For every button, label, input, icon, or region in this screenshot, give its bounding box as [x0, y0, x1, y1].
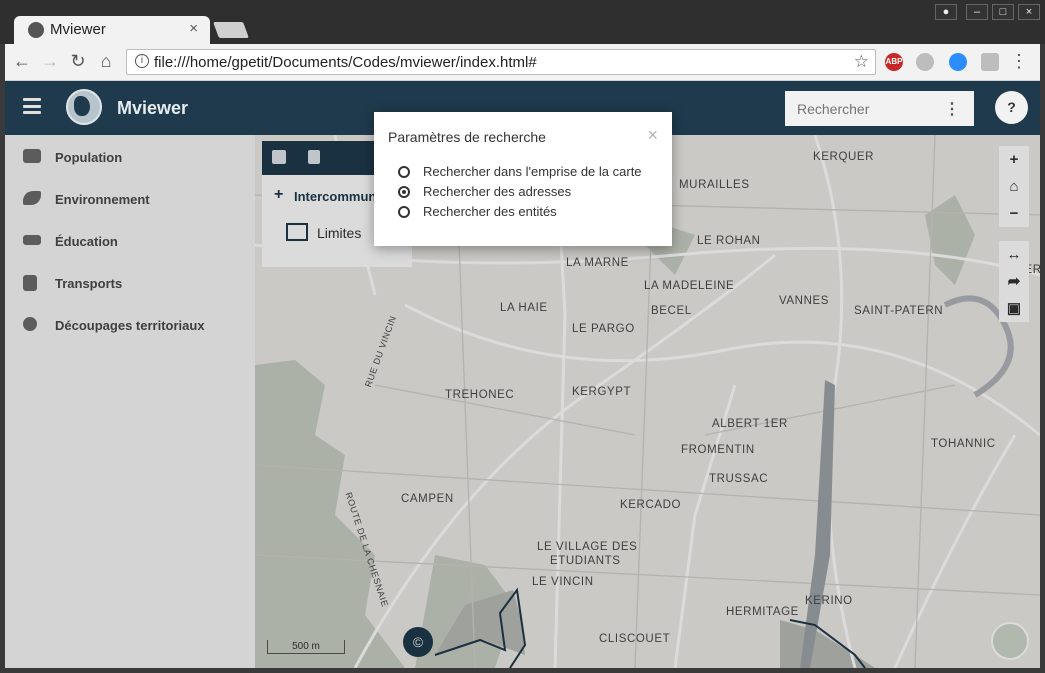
option-label[interactable]: Rechercher des adresses: [423, 184, 571, 199]
adblock-extension-icon[interactable]: ABP: [885, 53, 903, 71]
search-box[interactable]: ⋮: [785, 91, 974, 126]
search-options-icon[interactable]: ⋮: [944, 99, 960, 119]
radio-addresses[interactable]: [398, 186, 410, 198]
bookmark-star-icon[interactable]: ☆: [854, 52, 869, 72]
feather-extension-icon[interactable]: [916, 53, 934, 71]
option-label[interactable]: Rechercher des entités: [423, 204, 557, 219]
search-settings-modal: Paramètres de recherche × Rechercher dan…: [374, 112, 672, 246]
browser-menu-icon[interactable]: ⋮: [1010, 51, 1028, 72]
new-tab-button[interactable]: [213, 22, 249, 38]
search-input[interactable]: [785, 91, 945, 126]
globe-logo: [66, 89, 102, 125]
home-icon[interactable]: ⌂: [95, 51, 117, 72]
user-profile-icon[interactable]: ●: [935, 4, 957, 20]
tab-title: Mviewer: [50, 21, 106, 38]
option-map-extent[interactable]: Rechercher dans l'emprise de la carte: [398, 164, 668, 182]
tab-bar: Mviewer × ● – □ ×: [0, 0, 1045, 44]
url-text[interactable]: file:///home/gpetit/Documents/Codes/mvie…: [154, 54, 537, 71]
globe-favicon-icon: [28, 22, 44, 38]
video-extension-icon[interactable]: [949, 53, 967, 71]
option-label[interactable]: Rechercher dans l'emprise de la carte: [423, 164, 642, 179]
radio-map-extent[interactable]: [398, 166, 410, 178]
camera-extension-icon[interactable]: [981, 53, 999, 71]
browser-tab[interactable]: Mviewer ×: [14, 16, 210, 44]
option-addresses[interactable]: Rechercher des adresses: [398, 184, 668, 202]
address-bar[interactable]: i file:///home/gpetit/Documents/Codes/mv…: [126, 49, 876, 75]
mviewer-app: Mviewer ⋮ ? Population Environnement Édu…: [5, 81, 1040, 668]
modal-title: Paramètres de recherche: [388, 129, 546, 145]
minimize-window-button[interactable]: –: [966, 4, 988, 20]
back-arrow-icon[interactable]: ←: [11, 51, 33, 72]
page-info-icon[interactable]: i: [135, 54, 149, 68]
option-entities[interactable]: Rechercher des entités: [398, 204, 668, 222]
radio-entities[interactable]: [398, 206, 410, 218]
hamburger-menu-icon[interactable]: [23, 98, 41, 114]
help-button[interactable]: ?: [995, 91, 1028, 124]
forward-arrow-icon[interactable]: →: [39, 51, 61, 72]
browser-toolbar: ← → ↻ ⌂ i file:///home/gpetit/Documents/…: [5, 44, 1040, 81]
close-icon[interactable]: ×: [647, 125, 658, 146]
maximize-window-button[interactable]: □: [992, 4, 1014, 20]
browser-window: Mviewer × ● – □ × ← → ↻ ⌂ i file:///home…: [0, 0, 1045, 673]
tab-close-icon[interactable]: ×: [189, 20, 198, 37]
app-title: Mviewer: [117, 98, 189, 118]
reload-icon[interactable]: ↻: [67, 51, 89, 72]
close-window-button[interactable]: ×: [1018, 4, 1040, 20]
